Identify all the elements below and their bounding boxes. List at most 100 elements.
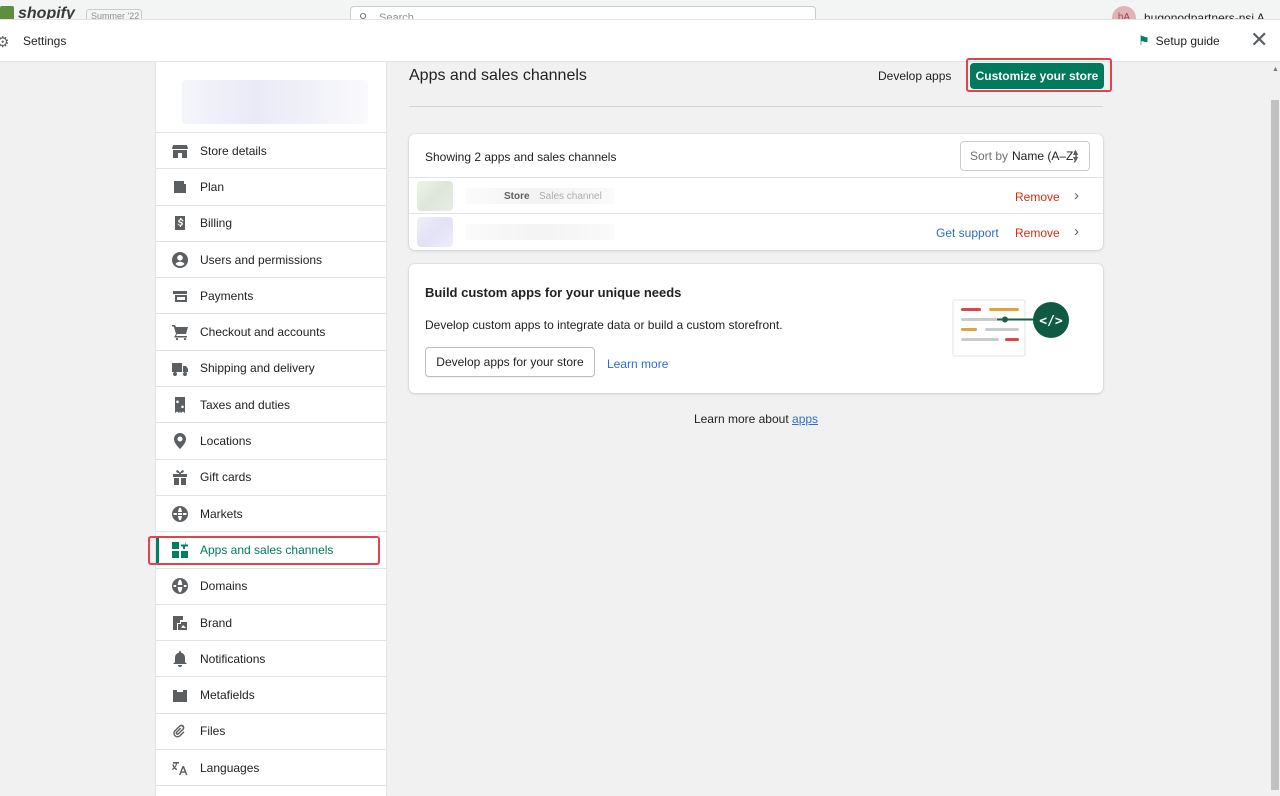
page-header: Apps and sales channels Develop apps Cus… bbox=[409, 62, 1104, 107]
sort-label: Sort by bbox=[970, 149, 1009, 163]
footer-learn-more: Learn more about apps bbox=[409, 412, 1103, 426]
sidebar-item-payments[interactable]: Payments bbox=[156, 278, 386, 315]
sidebar-item-brand[interactable]: Brand bbox=[156, 605, 386, 642]
develop-apps-button[interactable]: Develop apps bbox=[878, 69, 951, 83]
app-row[interactable]: Store Sales channel Remove › bbox=[409, 178, 1103, 214]
sidebar-item-apps-and-sales-channels[interactable]: Apps and sales channels bbox=[156, 532, 386, 569]
sidebar-item-label: Users and permissions bbox=[200, 252, 323, 267]
app-row[interactable]: Get support Remove › bbox=[409, 214, 1103, 250]
sidebar-item-label: Gift cards bbox=[200, 470, 252, 485]
shopify-bag-icon bbox=[0, 6, 14, 19]
sort-select[interactable]: Sort by Name (A–Z) ▲ ▼ bbox=[960, 141, 1090, 171]
store-name-redacted bbox=[182, 80, 368, 124]
sidebar-item-label: Brand bbox=[200, 615, 233, 630]
sidebar-item-label: Languages bbox=[200, 760, 260, 775]
language-icon bbox=[172, 760, 188, 776]
sidebar-item-gift-cards[interactable]: Gift cards bbox=[156, 460, 386, 496]
sidebar-item-plan[interactable]: Plan bbox=[156, 169, 386, 206]
admin-topbar: shopify Summer '22 ⚲ Search hA hugonodpa… bbox=[0, 0, 1280, 20]
remove-link[interactable]: Remove bbox=[1015, 226, 1060, 240]
domain-icon bbox=[172, 578, 188, 595]
settings-title: Settings bbox=[23, 34, 67, 48]
edition-badge: Summer '22 bbox=[86, 9, 142, 19]
apps-icon bbox=[172, 541, 188, 558]
settings-nav: Store details Plan Billing Users and permis… bbox=[156, 133, 386, 787]
tax-icon bbox=[172, 396, 188, 413]
page-scrollbar[interactable]: ▲ bbox=[1270, 62, 1280, 796]
sidebar-item-label: Checkout and accounts bbox=[200, 325, 326, 340]
app-name: Store bbox=[504, 191, 530, 202]
custom-apps-card: Build custom apps for your unique needs … bbox=[409, 264, 1103, 393]
gift-icon bbox=[172, 469, 188, 486]
sidebar-item-label: Notifications bbox=[200, 651, 266, 666]
sidebar-item-metafields[interactable]: Metafields bbox=[156, 677, 386, 714]
scroll-up-icon[interactable]: ▲ bbox=[1272, 66, 1279, 73]
apps-card-header: Showing 2 apps and sales channels Sort b… bbox=[409, 134, 1103, 178]
scrollbar-thumb[interactable] bbox=[1271, 100, 1279, 790]
sidebar-item-store-details[interactable]: Store details bbox=[156, 133, 386, 170]
billing-icon bbox=[172, 215, 188, 231]
cart-icon bbox=[172, 324, 188, 341]
custom-apps-title: Build custom apps for your unique needs bbox=[425, 285, 682, 300]
chevron-right-icon[interactable]: › bbox=[1074, 187, 1079, 204]
avatar: hA bbox=[1112, 6, 1136, 19]
apps-count: Showing 2 apps and sales channels bbox=[425, 150, 617, 164]
bell-icon bbox=[172, 650, 188, 667]
app-logo-redacted bbox=[417, 181, 453, 211]
customize-store-button[interactable]: Customize your store bbox=[970, 63, 1104, 89]
svg-text:</>: </> bbox=[1039, 314, 1063, 329]
settings-sidebar: Store details Plan Billing Users and permis… bbox=[155, 62, 387, 796]
select-arrows-icon: ▲ ▼ bbox=[1071, 147, 1080, 164]
search-bar[interactable]: ⚲ Search bbox=[350, 6, 816, 20]
close-icon[interactable]: ✕ bbox=[1250, 29, 1268, 51]
sidebar-item-files[interactable]: Files bbox=[156, 714, 386, 751]
apps-card: Showing 2 apps and sales channels Sort b… bbox=[409, 134, 1103, 250]
sidebar-item-label: Files bbox=[200, 724, 226, 739]
app-logo-redacted bbox=[417, 217, 453, 247]
page-title: Apps and sales channels bbox=[409, 67, 587, 84]
sort-value: Name (A–Z) bbox=[1012, 149, 1078, 163]
store-selector[interactable] bbox=[156, 62, 386, 133]
store-icon bbox=[172, 143, 188, 159]
develop-apps-store-button[interactable]: Develop apps for your store bbox=[425, 347, 595, 377]
settings-header: ⚙ Settings ⚑ Setup guide ✕ bbox=[0, 20, 1280, 62]
sidebar-item-users-and-permissions[interactable]: Users and permissions bbox=[156, 242, 386, 279]
sidebar-item-label: Taxes and duties bbox=[200, 397, 291, 412]
search-icon: ⚲ bbox=[359, 12, 368, 20]
setup-guide-label: Setup guide bbox=[1155, 34, 1220, 48]
apps-link[interactable]: apps bbox=[792, 412, 818, 426]
learn-more-link[interactable]: Learn more bbox=[607, 357, 668, 371]
app-name-redacted bbox=[465, 224, 615, 240]
flag-icon: ⚑ bbox=[1138, 33, 1150, 48]
sidebar-item-label: Metafields bbox=[200, 688, 255, 703]
sidebar-item-label: Locations bbox=[200, 434, 252, 449]
sidebar-item-shipping-and-delivery[interactable]: Shipping and delivery bbox=[156, 351, 386, 388]
shopify-logo[interactable]: shopify bbox=[0, 5, 75, 20]
sidebar-item-taxes-and-duties[interactable]: Taxes and duties bbox=[156, 387, 386, 424]
sidebar-item-billing[interactable]: Billing bbox=[156, 206, 386, 242]
app-type: Sales channel bbox=[539, 191, 602, 202]
shopify-wordmark: shopify bbox=[18, 5, 75, 20]
sidebar-item-checkout-and-accounts[interactable]: Checkout and accounts bbox=[156, 314, 386, 351]
sidebar-item-label: Markets bbox=[200, 506, 243, 521]
sidebar-item-locations[interactable]: Locations bbox=[156, 423, 386, 460]
user-name: hugonodpartners-nsi A bbox=[1144, 11, 1265, 20]
sidebar-item-label: Shipping and delivery bbox=[200, 361, 315, 376]
setup-guide-button[interactable]: ⚑ Setup guide bbox=[1138, 33, 1220, 49]
get-support-link[interactable]: Get support bbox=[936, 226, 999, 240]
remove-link[interactable]: Remove bbox=[1015, 190, 1060, 204]
sidebar-item-label: Apps and sales channels bbox=[200, 542, 334, 557]
main-content: Apps and sales channels Develop apps Cus… bbox=[409, 62, 1104, 426]
chevron-right-icon[interactable]: › bbox=[1074, 223, 1079, 240]
brand-icon bbox=[172, 615, 188, 631]
user-menu[interactable]: hA hugonodpartners-nsi A bbox=[1112, 6, 1265, 20]
sidebar-item-languages[interactable]: Languages bbox=[156, 750, 386, 787]
sidebar-item-markets[interactable]: Markets bbox=[156, 496, 386, 533]
sidebar-item-notifications[interactable]: Notifications bbox=[156, 641, 386, 678]
sidebar-item-label: Plan bbox=[200, 179, 225, 194]
search-placeholder: Search bbox=[379, 12, 414, 20]
truck-icon bbox=[172, 360, 188, 377]
code-illustration-icon: </> bbox=[952, 299, 1069, 357]
sidebar-item-domains[interactable]: Domains bbox=[156, 569, 386, 605]
metafields-icon bbox=[172, 687, 188, 703]
